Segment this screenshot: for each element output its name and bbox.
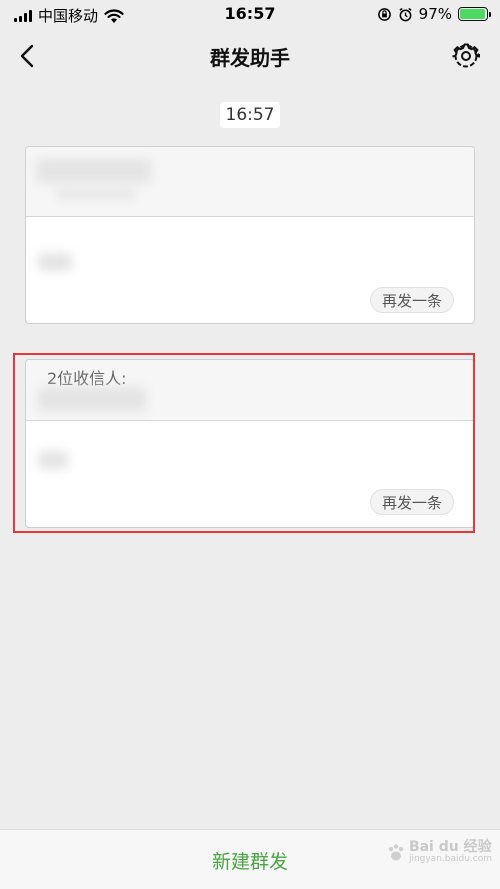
watermark-sub: jingyan.baidu.com (408, 854, 492, 865)
card-recipients-header (26, 147, 474, 217)
paw-icon (388, 843, 404, 861)
status-right: 97% (377, 5, 491, 23)
resend-button[interactable]: 再发一条 (370, 287, 454, 313)
message-redacted (38, 253, 72, 271)
bottom-bar: 新建群发 Bai du 经验 jingyan.baidu.com (0, 829, 500, 889)
card-recipients-header: 2位收信人: (26, 360, 474, 421)
battery-percent: 97% (418, 5, 452, 23)
page-title: 群发助手 (210, 46, 290, 70)
watermark-text: Bai du 经验 (408, 839, 492, 855)
broadcast-card-2: 2位收信人: 再发一条 (25, 359, 475, 528)
battery-icon (458, 7, 491, 21)
alarm-icon (399, 7, 412, 21)
card-message-body: 再发一条 (26, 217, 474, 323)
battery-fill (460, 9, 486, 19)
message-redacted (38, 451, 68, 469)
rotation-lock-icon (377, 7, 391, 21)
recipients-redacted (38, 387, 146, 411)
status-bar: 中国移动 16:57 97% (0, 0, 500, 30)
card-message-body: 再发一条 (26, 421, 474, 527)
recipients-count-label: 2位收信人: (47, 369, 127, 388)
resend-button[interactable]: 再发一条 (370, 489, 454, 515)
recipients-redacted (36, 159, 151, 183)
gear-icon[interactable] (452, 42, 480, 70)
message-time-chip: 16:57 (220, 102, 280, 128)
nav-bar: 群发助手 (0, 30, 500, 82)
recipients-redacted-2 (56, 187, 136, 201)
baidu-watermark: Bai du 经验 jingyan.baidu.com (385, 839, 492, 865)
broadcast-card-1: 再发一条 (25, 146, 475, 324)
